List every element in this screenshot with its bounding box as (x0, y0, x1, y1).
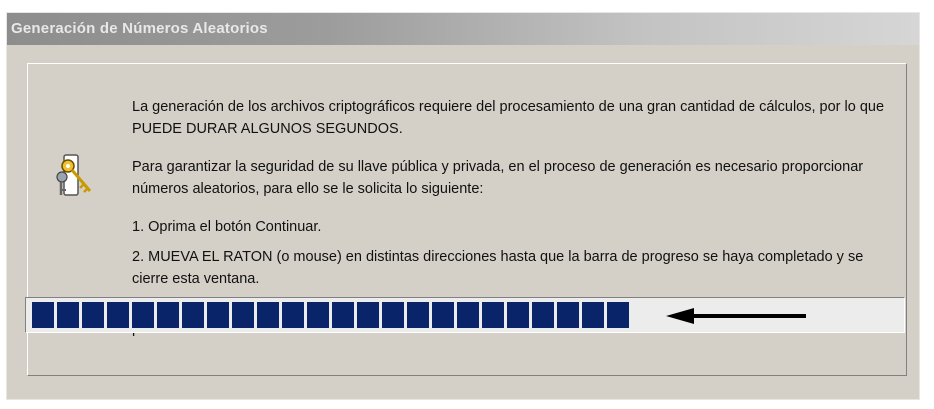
progress-block (407, 302, 429, 328)
keys-icon (56, 154, 92, 196)
progress-block (482, 302, 504, 328)
progress-block (357, 302, 379, 328)
progress-block (557, 302, 579, 328)
progress-block (507, 302, 529, 328)
progress-bar (25, 297, 905, 333)
progress-block (132, 302, 154, 328)
random-number-dialog: Generación de Números Aleatorios La gene… (6, 12, 920, 400)
progress-block (232, 302, 254, 328)
progress-block (257, 302, 279, 328)
progress-block (282, 302, 304, 328)
progress-block (307, 302, 329, 328)
progress-block (607, 302, 629, 328)
step-2-text: 2. MUEVA EL RATON (o mouse) en distintas… (132, 249, 864, 287)
progress-block (82, 302, 104, 328)
progress-blocks (32, 302, 629, 328)
progress-block (382, 302, 404, 328)
progress-block (157, 302, 179, 328)
progress-block (182, 302, 204, 328)
progress-block (457, 302, 479, 328)
window-title: Generación de Números Aleatorios (11, 20, 268, 37)
step-1-text: 1. Oprima el botón Continuar. (132, 219, 322, 235)
progress-block (207, 302, 229, 328)
progress-block (32, 302, 54, 328)
progress-block (107, 302, 129, 328)
progress-block (57, 302, 79, 328)
purpose-text: Para garantizar la seguridad de su llave… (132, 159, 864, 197)
intro-text: La generación de los archivos criptográf… (132, 99, 885, 137)
progress-block (332, 302, 354, 328)
progress-block (532, 302, 554, 328)
title-bar[interactable]: Generación de Números Aleatorios (7, 13, 919, 45)
progress-block (582, 302, 604, 328)
progress-block (432, 302, 454, 328)
arrow-left-icon (666, 308, 806, 324)
